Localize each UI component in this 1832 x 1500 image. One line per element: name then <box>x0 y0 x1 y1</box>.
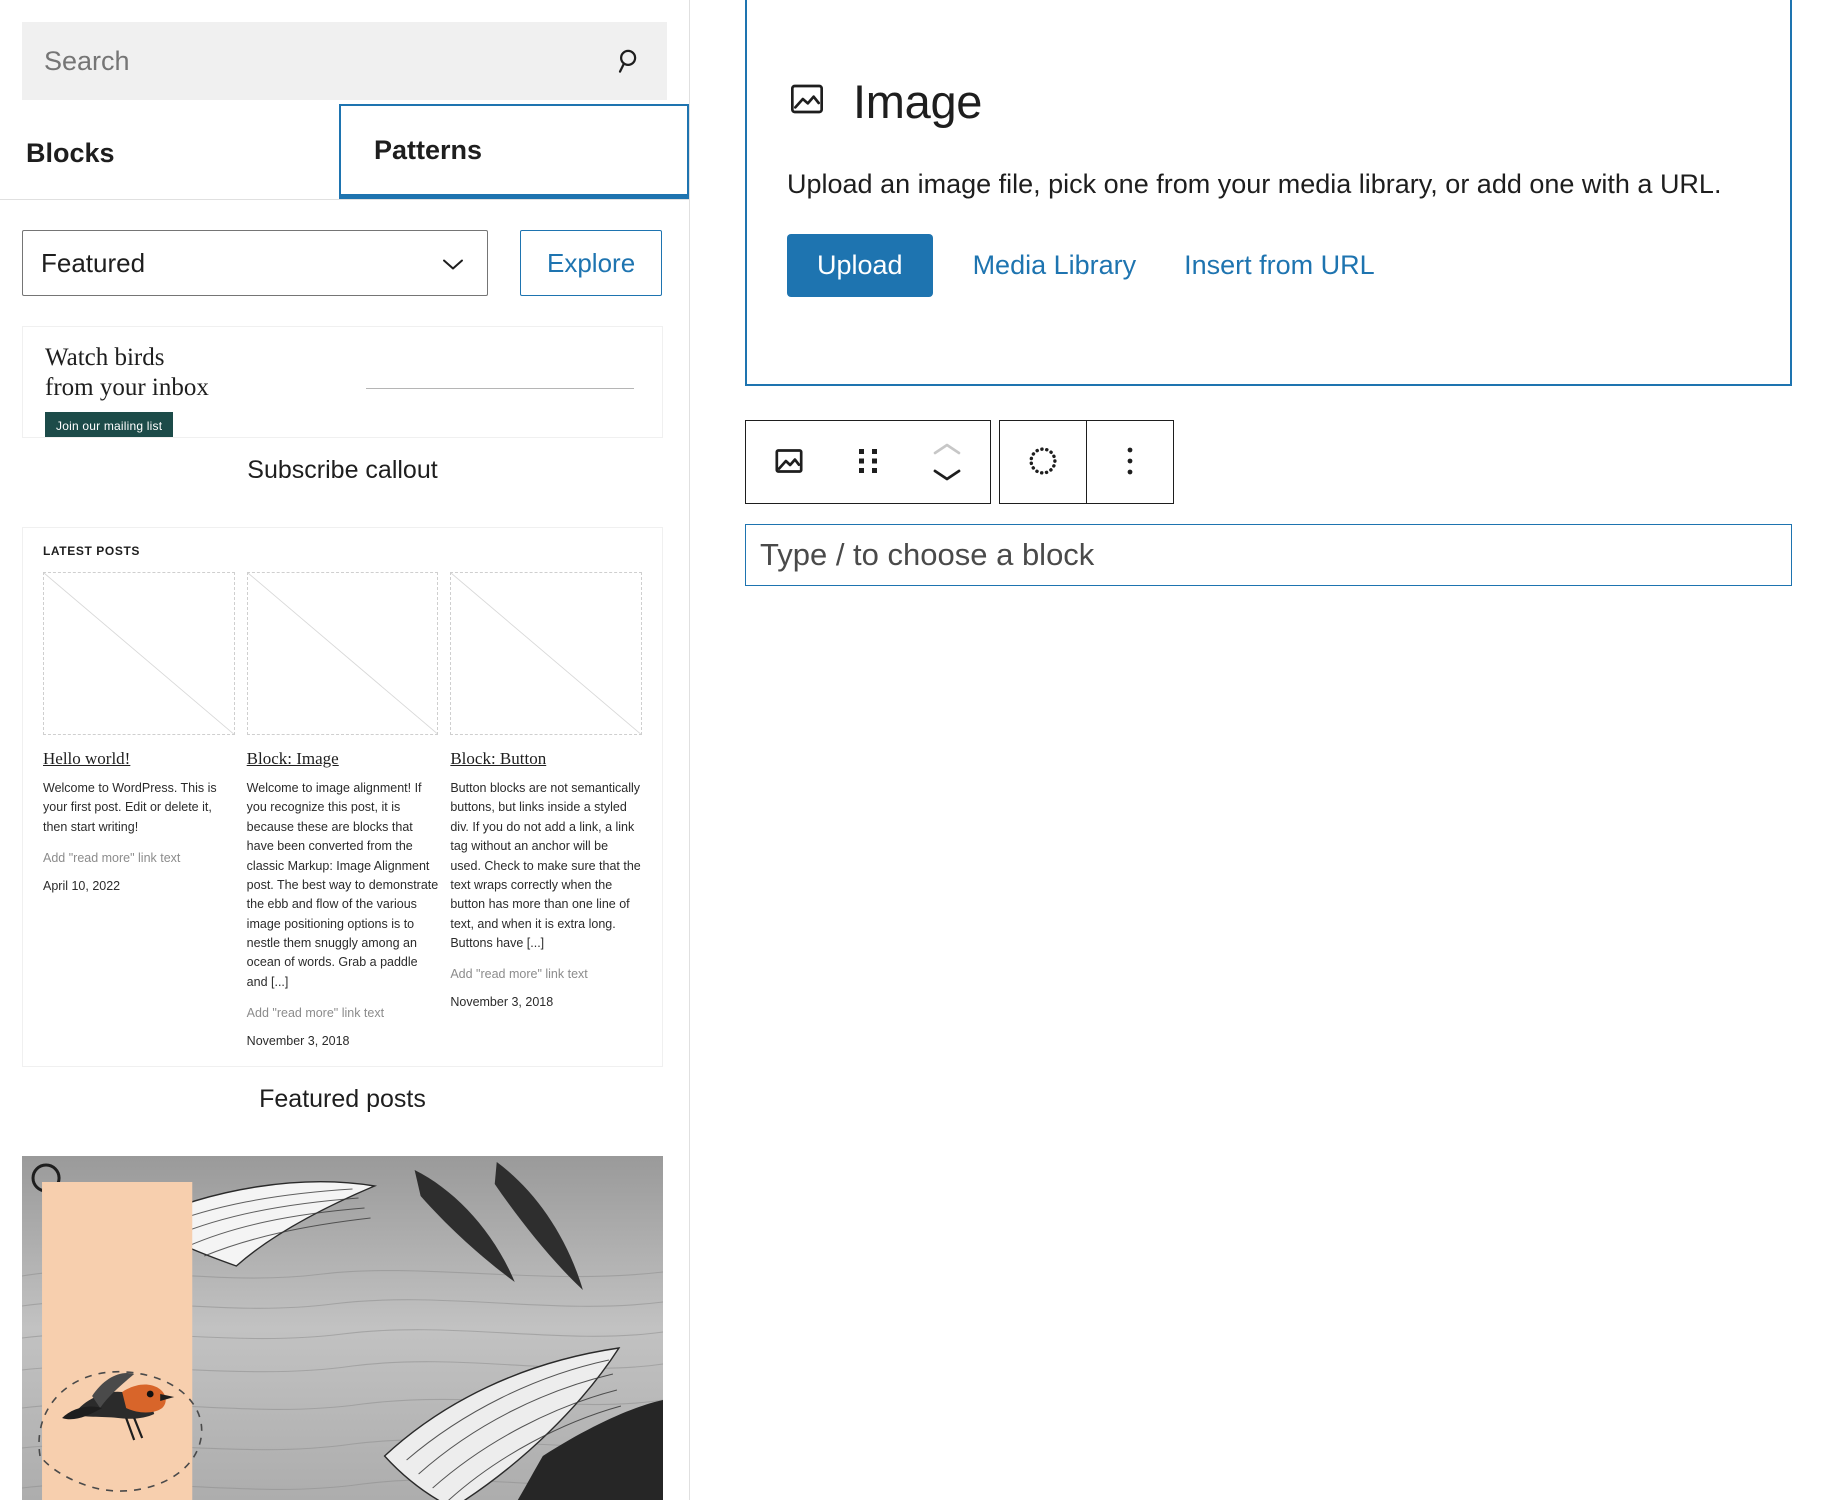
chevron-up-icon <box>931 443 963 460</box>
image-block-placeholder[interactable]: Image Upload an image file, pick one fro… <box>745 0 1792 386</box>
block-editor-screen: Blocks Patterns Featured Explore Watch b… <box>0 0 1832 1500</box>
pattern-caption-featured-posts: Featured posts <box>259 1085 426 1114</box>
post-card: Block: Button Button blocks are not sema… <box>450 572 643 1048</box>
paragraph-placeholder-text: Type / to choose a block <box>760 537 1095 572</box>
pattern-item-layered-images-duotone[interactable]: Layered images with duotone <box>22 1156 663 1500</box>
explore-button[interactable]: Explore <box>520 230 663 296</box>
block-type-button[interactable] <box>746 421 832 503</box>
subscribe-heading-line1: Watch birds <box>45 344 165 371</box>
post-date: November 3, 2018 <box>246 1034 350 1049</box>
subscribe-divider <box>366 388 634 389</box>
pattern-item-subscribe-callout[interactable]: Watch birds from your inbox Join our mai… <box>22 326 663 485</box>
image-block-header: Image <box>787 74 1750 129</box>
post-read-more: Add "read more" link text <box>450 967 588 982</box>
search-icon <box>615 46 645 76</box>
post-title: Block: Button <box>450 749 547 768</box>
pattern-category-select[interactable]: Featured <box>22 230 488 296</box>
post-title: Block: Image <box>246 749 339 768</box>
editor-canvas: Image Upload an image file, pick one fro… <box>690 0 1832 1500</box>
image-block-actions: Upload Media Library Insert from URL <box>787 234 1750 297</box>
pattern-item-featured-posts[interactable]: LATEST POSTS Hello world! Welcome to Wor… <box>22 527 663 1114</box>
post-excerpt: Button blocks are not semantically butto… <box>450 781 641 950</box>
move-down-button[interactable] <box>931 467 963 483</box>
media-library-button[interactable]: Media Library <box>965 250 1145 281</box>
post-date: April 10, 2022 <box>43 879 121 894</box>
post-title: Hello world! <box>43 749 131 768</box>
post-thumbnail-placeholder <box>43 572 235 735</box>
image-block-description: Upload an image file, pick one from your… <box>787 169 1722 199</box>
tab-blocks[interactable]: Blocks <box>0 108 339 199</box>
pattern-preview-featured-posts: LATEST POSTS Hello world! Welcome to Wor… <box>22 527 663 1068</box>
post-date: November 3, 2018 <box>450 995 554 1010</box>
post-read-more: Add "read more" link text <box>43 851 181 866</box>
inserter-tabs: Blocks Patterns <box>0 104 689 200</box>
post-card: Block: Image Welcome to image alignment!… <box>246 572 439 1049</box>
pattern-caption-subscribe-callout: Subscribe callout <box>247 456 438 484</box>
post-thumbnail-placeholder <box>246 572 439 735</box>
latest-posts-columns: Hello world! Welcome to WordPress. This … <box>43 572 643 1049</box>
tab-patterns[interactable]: Patterns <box>339 104 689 199</box>
pattern-list: Watch birds from your inbox Join our mai… <box>0 296 689 1500</box>
styles-button[interactable] <box>1000 421 1086 503</box>
pattern-category-value: Featured <box>41 247 146 278</box>
post-excerpt: Welcome to WordPress. This is your first… <box>43 781 217 834</box>
latest-posts-label: LATEST POSTS <box>43 544 140 558</box>
block-inserter-panel: Blocks Patterns Featured Explore Watch b… <box>0 0 690 1500</box>
search-input[interactable] <box>42 22 647 100</box>
dotted-circle-icon <box>1026 444 1060 481</box>
block-toolbar-group-options <box>999 420 1174 504</box>
paragraph-block-placeholder[interactable]: Type / to choose a block <box>745 524 1792 586</box>
upload-button[interactable]: Upload <box>787 234 933 297</box>
block-toolbar <box>745 420 1174 504</box>
image-block-title: Image <box>853 75 983 128</box>
subscribe-mailing-list-button: Join our mailing list <box>45 412 174 437</box>
ellipsis-vertical-icon <box>1125 444 1135 481</box>
chevron-down-icon <box>441 248 465 279</box>
insert-from-url-button[interactable]: Insert from URL <box>1176 250 1383 281</box>
drag-handle-button[interactable] <box>832 421 904 503</box>
duotone-bird-illustration <box>22 1156 663 1500</box>
image-icon <box>787 79 827 124</box>
block-mover <box>904 421 990 503</box>
block-toolbar-group-main <box>745 420 991 504</box>
search-box[interactable] <box>22 22 667 100</box>
post-card: Hello world! Welcome to WordPress. This … <box>43 572 235 1048</box>
post-read-more: Add "read more" link text <box>246 1006 385 1021</box>
more-options-button[interactable] <box>1087 421 1173 503</box>
search-area <box>0 0 689 100</box>
drag-handle-icon <box>855 445 881 480</box>
pattern-preview-subscribe-callout: Watch birds from your inbox Join our mai… <box>22 326 663 438</box>
image-icon <box>772 444 806 481</box>
chevron-down-icon <box>931 469 963 486</box>
post-thumbnail-placeholder <box>450 572 643 735</box>
pattern-filter-row: Featured Explore <box>0 200 689 296</box>
pattern-preview-layered-images-duotone <box>22 1156 663 1500</box>
move-up-button[interactable] <box>931 441 963 457</box>
post-excerpt: Welcome to image alignment! If you recog… <box>246 781 439 989</box>
